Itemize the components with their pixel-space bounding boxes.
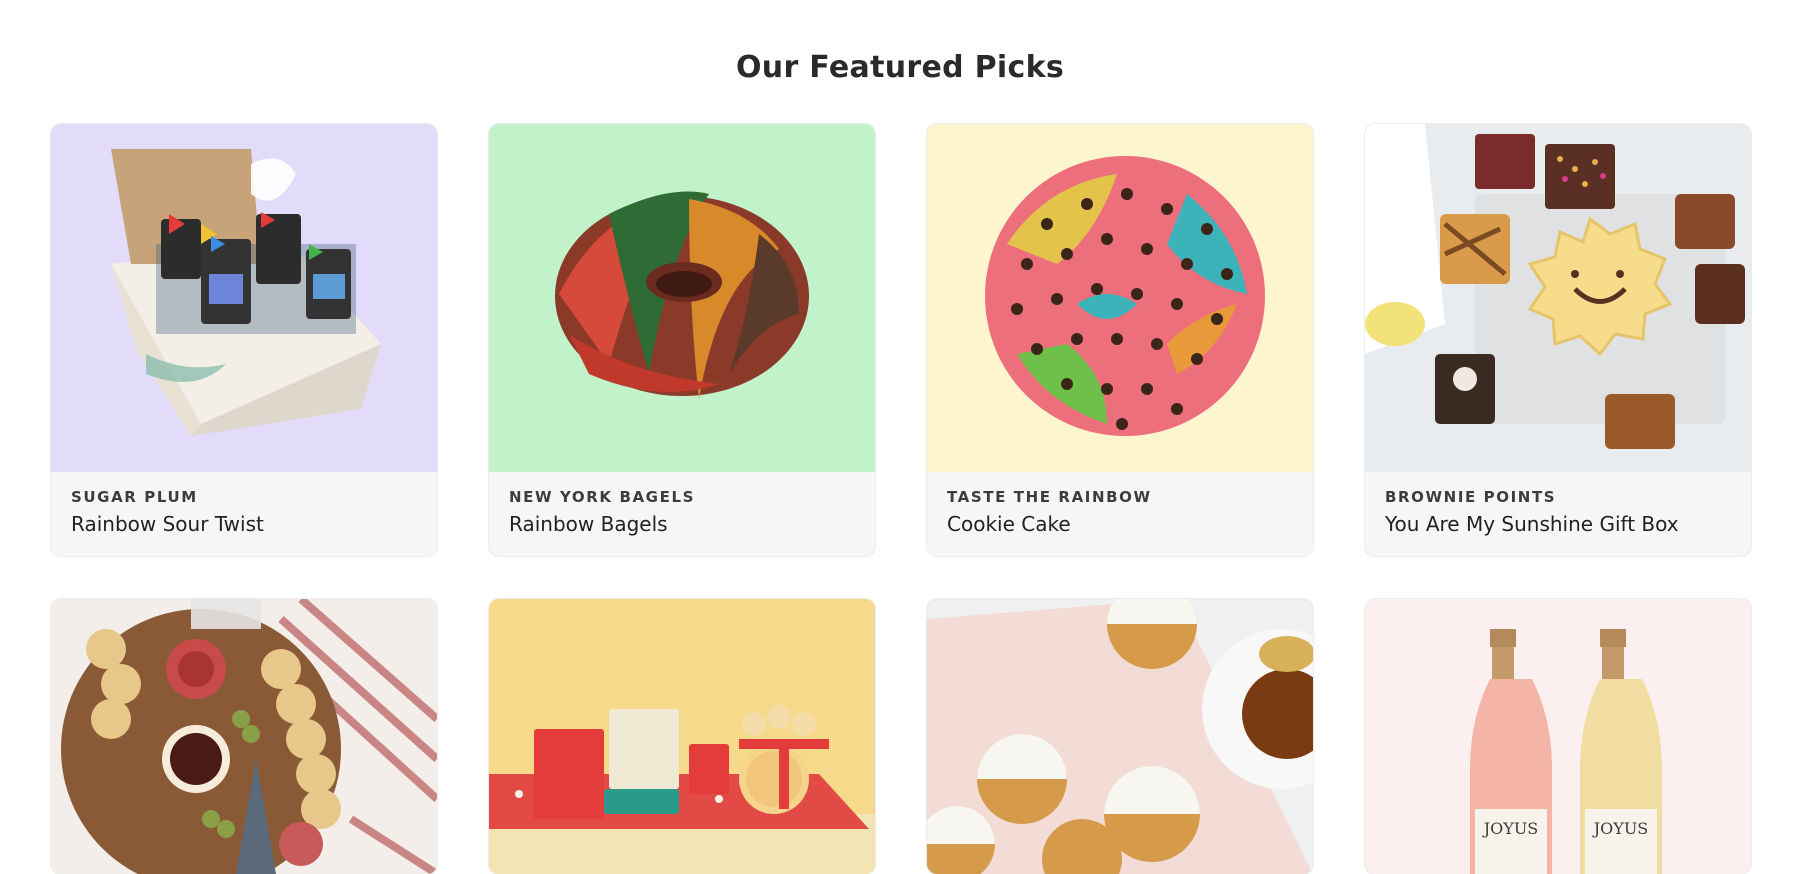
brownie-box-image — [1365, 124, 1751, 472]
product-card-biscuit-set[interactable] — [489, 599, 875, 874]
product-image[interactable] — [51, 599, 437, 874]
wine-label-1: JOYUS — [1482, 819, 1539, 838]
product-vendor: SUGAR PLUM — [71, 488, 198, 506]
product-image[interactable] — [927, 599, 1313, 874]
product-vendor: TASTE THE RAINBOW — [947, 488, 1152, 506]
product-image[interactable] — [489, 599, 875, 874]
product-card-sparkling-wine[interactable]: JOYUS JOYUS — [1365, 599, 1751, 874]
sparkling-wine-image: JOYUS JOYUS — [1365, 599, 1751, 874]
product-card-charcuterie[interactable] — [51, 599, 437, 874]
bagel-image — [555, 191, 809, 399]
product-vendor: NEW YORK BAGELS — [509, 488, 696, 506]
product-image[interactable] — [927, 124, 1313, 472]
product-card-sunshine-gift-box[interactable]: BROWNIE POINTS You Are My Sunshine Gift … — [1365, 124, 1751, 556]
product-card-cookie-cake[interactable]: TASTE THE RAINBOW Cookie Cake — [927, 124, 1313, 556]
product-card-rainbow-bagels[interactable]: NEW YORK BAGELS Rainbow Bagels — [489, 124, 875, 556]
wine-label-2: JOYUS — [1592, 819, 1649, 838]
product-card-rainbow-sour-twist[interactable]: SUGAR PLUM Rainbow Sour Twist — [51, 124, 437, 556]
charcuterie-image — [51, 599, 437, 874]
product-image[interactable] — [1365, 124, 1751, 472]
section-title: Our Featured Picks — [736, 50, 1064, 85]
product-name[interactable]: You Are My Sunshine Gift Box — [1385, 512, 1731, 536]
product-image[interactable]: JOYUS JOYUS — [1365, 599, 1751, 874]
product-image[interactable] — [51, 124, 437, 472]
product-vendor: BROWNIE POINTS — [1385, 488, 1557, 506]
gift-box-image — [111, 149, 381, 436]
product-name[interactable]: Cookie Cake — [947, 512, 1293, 536]
product-image[interactable] — [489, 124, 875, 472]
product-name[interactable]: Rainbow Sour Twist — [71, 512, 417, 536]
biscuit-set-image — [489, 599, 875, 874]
product-card-ginger-cookies[interactable] — [927, 599, 1313, 874]
ginger-cookies-image — [927, 599, 1313, 874]
product-name[interactable]: Rainbow Bagels — [509, 512, 855, 536]
cookie-cake-image — [985, 156, 1265, 436]
